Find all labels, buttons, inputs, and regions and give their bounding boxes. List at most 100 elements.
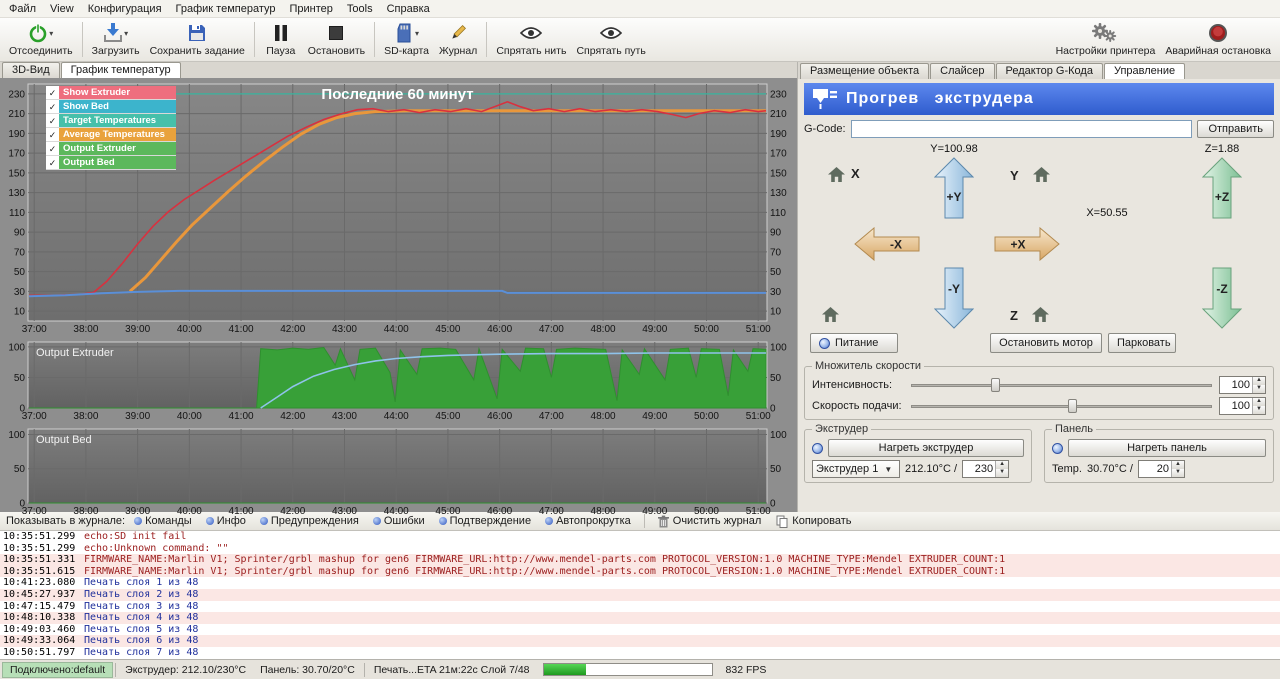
power-button[interactable]: Питание: [810, 333, 898, 353]
spin-up-icon[interactable]: ▲: [1253, 377, 1265, 385]
menu-item[interactable]: График температур: [169, 2, 283, 16]
svg-text:70: 70: [770, 247, 782, 258]
jog-minus-x-button[interactable]: -X: [854, 227, 920, 261]
svg-text:43:00: 43:00: [332, 506, 357, 517]
menu-item[interactable]: Файл: [2, 2, 43, 16]
spin-up-icon[interactable]: ▲: [1172, 461, 1184, 469]
spin-down-icon[interactable]: ▼: [1253, 385, 1265, 393]
feed-rate-spinner[interactable]: 100▲▼: [1219, 397, 1266, 415]
legend-item[interactable]: ✓Show Bed: [46, 100, 176, 114]
park-button[interactable]: Парковать: [1108, 333, 1176, 353]
home-z-icon[interactable]: [1032, 307, 1049, 325]
bed-temp-current: 30.70°C /: [1087, 463, 1133, 475]
menu-item[interactable]: Конфигурация: [81, 2, 169, 16]
legend-item[interactable]: ✓Show Extruder: [46, 86, 176, 100]
log-toggle-button[interactable]: Журнал: [434, 19, 482, 60]
extruder-select[interactable]: Экструдер 1▼: [812, 460, 900, 478]
printer-settings-button[interactable]: Настройки принтера: [1051, 19, 1161, 60]
bed-temp-spinner[interactable]: 20▲▼: [1138, 460, 1185, 478]
legend-item[interactable]: ✓Output Bed: [46, 156, 176, 170]
right-tabs: Размещение объекта Слайсер Редактор G-Ко…: [798, 62, 1280, 79]
spin-up-icon[interactable]: ▲: [996, 461, 1008, 469]
svg-text:-Z: -Z: [1216, 282, 1227, 296]
legend-checkbox[interactable]: ✓: [46, 142, 59, 155]
tab-temperature-curve[interactable]: График температур: [61, 62, 181, 78]
legend-item[interactable]: ✓Average Temperatures: [46, 128, 176, 142]
tab-3d-view[interactable]: 3D-Вид: [2, 62, 60, 78]
jog-minus-z-button[interactable]: -Z: [1202, 267, 1242, 329]
connection-status: Подключено:default: [2, 662, 113, 678]
svg-text:41:00: 41:00: [229, 411, 254, 422]
toolbar-separator: [374, 22, 375, 57]
extruder-temp-spinner[interactable]: 230▲▼: [962, 460, 1009, 478]
svg-text:230: 230: [770, 89, 787, 100]
heat-bed-button[interactable]: Нагреть панель: [1068, 439, 1266, 457]
legend-item[interactable]: ✓Target Temperatures: [46, 114, 176, 128]
tab-gcode-editor[interactable]: Редактор G-Кода: [996, 63, 1103, 79]
menu-item[interactable]: View: [43, 2, 81, 16]
legend-checkbox[interactable]: ✓: [46, 114, 59, 127]
legend-item[interactable]: ✓Output Extruder: [46, 142, 176, 156]
log-timestamp: 10:49:33.064: [0, 635, 84, 647]
hide-filament-button[interactable]: Спрятать нить: [491, 19, 571, 60]
output-extruder-block: 37:0038:0039:0040:0041:0042:0043:0044:00…: [0, 338, 797, 425]
svg-text:170: 170: [8, 149, 25, 160]
send-gcode-button[interactable]: Отправить: [1197, 120, 1274, 138]
jog-plus-z-button[interactable]: +Z: [1202, 157, 1242, 219]
heat-extruder-button[interactable]: Нагреть экструдер: [828, 439, 1024, 457]
spin-down-icon[interactable]: ▼: [1172, 469, 1184, 477]
stop-motor-button[interactable]: Остановить мотор: [990, 333, 1102, 353]
load-button[interactable]: ▾ Загрузить: [87, 19, 145, 60]
menu-item[interactable]: Справка: [380, 2, 437, 16]
hide-travel-button[interactable]: Спрятать путь: [571, 19, 650, 60]
gcode-input[interactable]: [851, 120, 1193, 138]
jog-plus-x-button[interactable]: +X: [994, 227, 1060, 261]
home-y-icon[interactable]: [1033, 167, 1050, 185]
home-x-icon[interactable]: [828, 167, 845, 185]
flow-rate-spinner[interactable]: 100▲▼: [1219, 376, 1266, 394]
save-job-button[interactable]: Сохранить задание: [145, 19, 250, 60]
dropdown-arrow-icon[interactable]: ▾: [124, 29, 128, 38]
slider-handle[interactable]: [1068, 399, 1077, 413]
slider-handle[interactable]: [991, 378, 1000, 392]
svg-text:45:00: 45:00: [435, 411, 460, 422]
dropdown-arrow-icon[interactable]: ▾: [49, 29, 53, 38]
toolbar-label: Спрятать путь: [576, 45, 645, 57]
svg-text:0: 0: [770, 499, 776, 510]
eye-icon: [520, 23, 542, 43]
jog-minus-y-button[interactable]: -Y: [934, 267, 974, 329]
home-all-icon[interactable]: [822, 307, 839, 325]
svg-text:110: 110: [770, 208, 786, 219]
legend-checkbox[interactable]: ✓: [46, 128, 59, 141]
spin-down-icon[interactable]: ▼: [1253, 406, 1265, 414]
menu-bar: ФайлViewКонфигурацияГрафик температурПри…: [0, 0, 1280, 18]
tab-slicer[interactable]: Слайсер: [930, 63, 994, 79]
log-message: echo:SD init fail: [84, 531, 186, 543]
log-timestamp: 10:35:51.299: [0, 543, 84, 555]
spin-up-icon[interactable]: ▲: [1253, 398, 1265, 406]
legend-checkbox[interactable]: ✓: [46, 156, 59, 169]
menu-item[interactable]: Принтер: [283, 2, 340, 16]
spin-down-icon[interactable]: ▼: [996, 469, 1008, 477]
disconnect-button[interactable]: ▾ Отсоединить: [4, 19, 78, 60]
sd-card-button[interactable]: ▾ SD-карта: [379, 19, 434, 60]
log-output[interactable]: 10:35:51.299echo:SD init fail10:35:51.29…: [0, 531, 1280, 659]
tab-manual-control[interactable]: Управление: [1104, 63, 1185, 79]
menu-item[interactable]: Tools: [340, 2, 380, 16]
pause-button[interactable]: Пауза: [259, 19, 303, 60]
jog-plus-y-button[interactable]: +Y: [934, 157, 974, 219]
dropdown-arrow-icon[interactable]: ▾: [415, 29, 419, 38]
flow-rate-slider[interactable]: [909, 377, 1214, 393]
legend-checkbox[interactable]: ✓: [46, 100, 59, 113]
svg-text:30: 30: [770, 287, 782, 298]
bed-status: Панель: 30.70/20°C: [253, 662, 362, 678]
feed-rate-slider[interactable]: [909, 398, 1214, 414]
stop-button[interactable]: Остановить: [303, 19, 370, 60]
svg-text:39:00: 39:00: [125, 411, 150, 422]
legend-checkbox[interactable]: ✓: [46, 86, 59, 99]
svg-text:130: 130: [770, 188, 787, 199]
toolbar-spacer: [651, 19, 1051, 60]
job-status: Печать...ETA 21м:22с Слой 7/48: [367, 662, 537, 678]
emergency-stop-button[interactable]: Аварийная остановка: [1160, 19, 1276, 60]
tab-object-placement[interactable]: Размещение объекта: [800, 63, 929, 79]
